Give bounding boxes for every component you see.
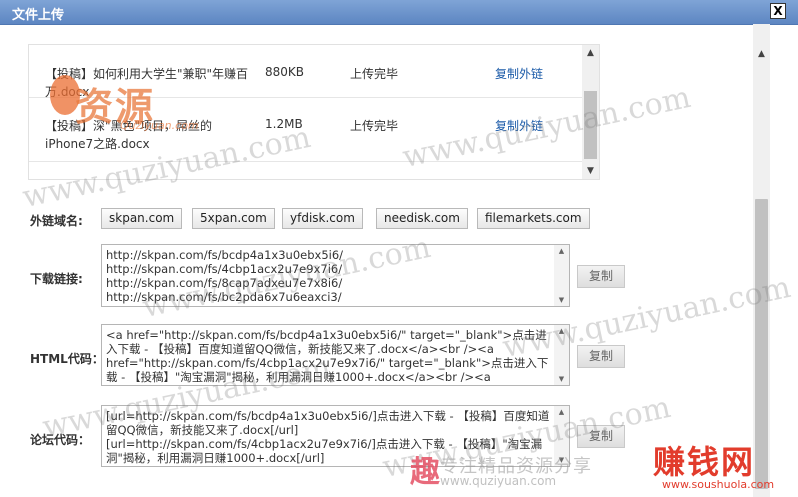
html-code-textarea[interactable]: <a href="http://skpan.com/fs/bcdp4a1x3u0… (101, 324, 570, 386)
forum-code-text: [url=http://skpan.com/fs/bcdp4a1x3u0ebx5… (106, 409, 550, 465)
copy-html-code-button[interactable]: 复制 (577, 345, 625, 368)
download-link-label: 下载链接: (30, 272, 83, 286)
domain-label: 外链域名: (30, 214, 83, 228)
download-link-line: http://skpan.com/fs/4cbp1acx2u7e9x7i6/ (106, 262, 343, 276)
download-link-line: http://skpan.com/fs/8cap7adxeu7e7x8i6/ (106, 276, 343, 290)
uploaded-file-list: 【投稿】如何利用大学生"兼职"年赚百万.docx 880KB 上传完毕 复制外链… (28, 44, 600, 180)
file-size: 880KB (265, 65, 305, 79)
scroll-down-icon[interactable]: ▼ (582, 163, 599, 179)
dialog-titlebar[interactable]: 文件上传 X (0, 0, 798, 25)
file-status: 上传完毕 (350, 67, 399, 81)
close-button[interactable]: X (770, 3, 786, 19)
html-code-text: <a href="http://skpan.com/fs/bcdp4a1x3u0… (106, 328, 549, 384)
file-list-scrollbar[interactable]: ▲ ▼ (582, 45, 599, 179)
file-name: 【投稿】深"黑色"项目，屌丝的iPhone7之路.docx (45, 119, 213, 151)
copy-forum-code-button[interactable]: 复制 (577, 425, 625, 448)
file-upload-dialog: 文件上传 X 【投稿】如何利用大学生"兼职"年赚百万.docx 880KB 上传… (0, 0, 798, 497)
file-size: 1.2MB (265, 117, 303, 131)
dialog-title: 文件上传 (12, 8, 65, 23)
copy-external-link[interactable]: 复制外链 (495, 117, 543, 134)
scroll-up-icon[interactable]: ▲ (753, 46, 770, 62)
file-row: 【投稿】深"黑色"项目，屌丝的iPhone7之路.docx 1.2MB 上传完毕… (29, 109, 582, 162)
file-name: 【投稿】如何利用大学生"兼职"年赚百万.docx (45, 67, 249, 99)
domain-button-yfdisk[interactable]: yfdisk.com (282, 208, 363, 229)
scroll-thumb[interactable] (584, 91, 597, 159)
scroll-up-icon[interactable]: ▲ (554, 325, 569, 337)
watermark-tagline-url: www.quziyuan.com (440, 474, 557, 488)
download-link-line: http://skpan.com/fs/bcdp4a1x3u0ebx5i6/ (106, 248, 344, 262)
domain-button-needisk[interactable]: needisk.com (376, 208, 468, 229)
scroll-up-icon[interactable]: ▲ (554, 406, 569, 418)
scroll-down-icon[interactable]: ▼ (554, 294, 569, 306)
download-link-textarea[interactable]: http://skpan.com/fs/bcdp4a1x3u0ebx5i6/ h… (101, 244, 570, 307)
textarea-scrollbar[interactable]: ▲ ▼ (554, 406, 569, 466)
scroll-down-icon[interactable]: ▼ (554, 454, 569, 466)
file-row: 【投稿】如何利用大学生"兼职"年赚百万.docx 880KB 上传完毕 复制外链 (29, 45, 582, 99)
domain-button-skpan[interactable]: skpan.com (101, 208, 183, 229)
scroll-up-icon[interactable]: ▲ (554, 245, 569, 257)
forum-code-label: 论坛代码： (30, 433, 91, 447)
scroll-thumb[interactable] (755, 199, 768, 489)
textarea-scrollbar[interactable]: ▲ ▼ (554, 325, 569, 385)
copy-download-links-button[interactable]: 复制 (577, 265, 625, 288)
html-code-label: HTML代码： (30, 352, 104, 366)
textarea-scrollbar[interactable]: ▲ ▼ (554, 245, 569, 306)
domain-button-5xpan[interactable]: 5xpan.com (192, 208, 275, 229)
forum-code-textarea[interactable]: [url=http://skpan.com/fs/bcdp4a1x3u0ebx5… (101, 405, 570, 467)
download-link-line: http://skpan.com/fs/bc2pda6x7u6eaxci3/ (106, 290, 342, 304)
dialog-scrollbar[interactable]: ▲ (753, 24, 770, 497)
file-status: 上传完毕 (350, 119, 399, 133)
copy-external-link[interactable]: 复制外链 (495, 65, 543, 82)
scroll-down-icon[interactable]: ▼ (554, 373, 569, 385)
domain-button-filemarkets[interactable]: filemarkets.com (477, 208, 590, 229)
corner-watermark-logo: 赚钱网 (653, 443, 756, 481)
scroll-up-icon[interactable]: ▲ (582, 45, 599, 61)
